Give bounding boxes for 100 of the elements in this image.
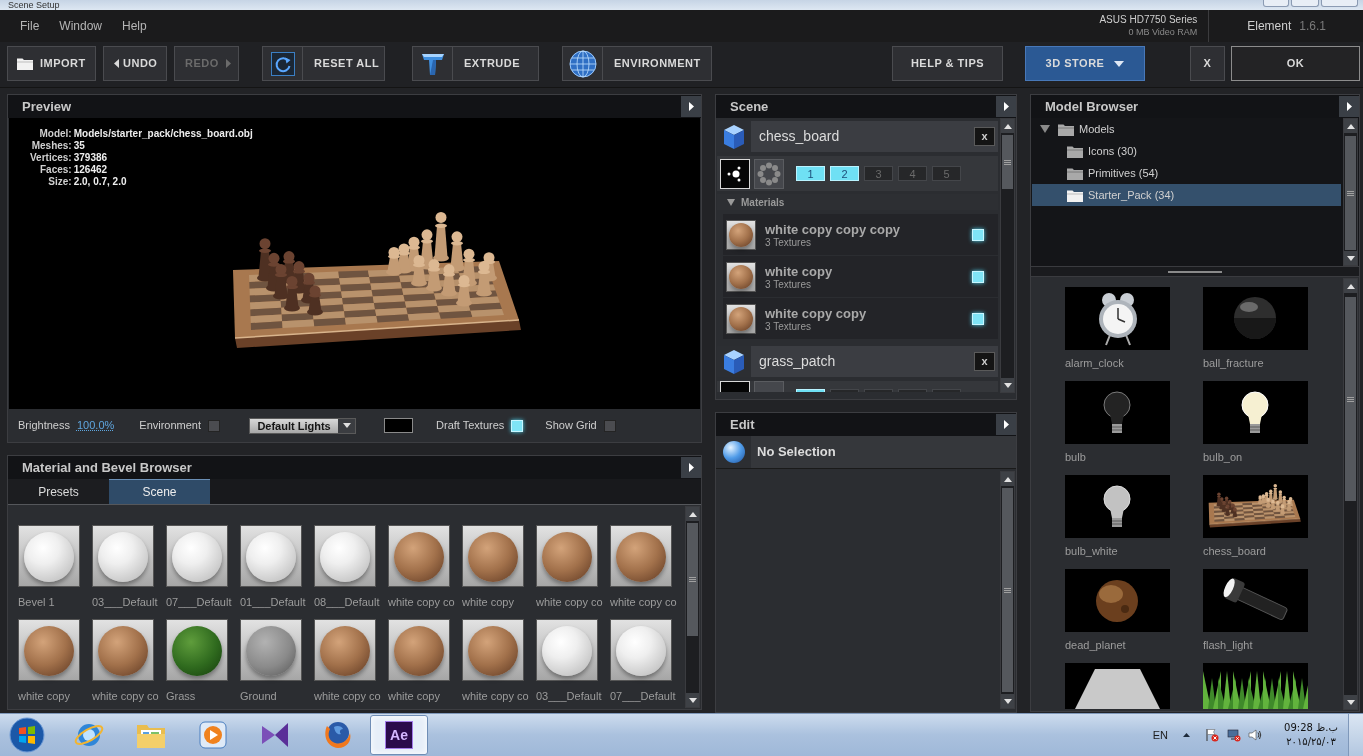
menu-item[interactable]: Help bbox=[122, 17, 147, 35]
color-swatch[interactable] bbox=[384, 418, 414, 433]
sphere-thumbnail[interactable] bbox=[726, 303, 756, 334]
toolbar-button[interactable]: EXTRUDE bbox=[412, 46, 539, 81]
planet-thumbnail[interactable] bbox=[1065, 569, 1170, 632]
menu-item[interactable]: File bbox=[20, 17, 40, 35]
scrollbar-thumb[interactable] bbox=[1345, 297, 1356, 501]
tree-item[interactable]: Models bbox=[1032, 118, 1341, 140]
scroll-down-button[interactable] bbox=[1001, 378, 1014, 392]
sphere-thumbnail[interactable] bbox=[92, 619, 154, 681]
sphere-thumbnail[interactable] bbox=[462, 525, 524, 587]
lights-dropdown[interactable]: Default Lights bbox=[249, 417, 357, 434]
toolbar-button[interactable]: RESET ALL bbox=[262, 46, 385, 81]
checkbox[interactable] bbox=[603, 419, 616, 432]
down-triangle-icon[interactable] bbox=[727, 198, 735, 206]
bulb-thumbnail[interactable] bbox=[1065, 475, 1170, 538]
toolbar-button[interactable]: X bbox=[1190, 46, 1225, 81]
down-triangle-icon[interactable] bbox=[1040, 125, 1050, 133]
tree-item[interactable]: Icons (30) bbox=[1032, 140, 1341, 162]
scroll-up-button[interactable] bbox=[1001, 472, 1014, 486]
remove-button[interactable]: x bbox=[974, 127, 995, 146]
material-row[interactable]: white copy copy 3 Textures bbox=[723, 298, 998, 339]
tree-item[interactable]: Starter_Pack (34) bbox=[1032, 184, 1341, 206]
sphere-thumbnail[interactable] bbox=[240, 525, 302, 587]
sphere-thumbnail[interactable] bbox=[314, 619, 376, 681]
scroll-up-button[interactable] bbox=[686, 507, 699, 521]
splitter[interactable] bbox=[1031, 266, 1359, 277]
scrollbar[interactable] bbox=[1343, 118, 1358, 266]
plane-thumbnail[interactable] bbox=[1065, 663, 1170, 709]
material-row[interactable]: white copy copy copy 3 Textures bbox=[723, 214, 998, 255]
start-button[interactable] bbox=[7, 715, 47, 755]
flashlight-thumbnail[interactable] bbox=[1203, 569, 1308, 632]
scroll-down-button[interactable] bbox=[1001, 694, 1014, 708]
panel-menu-button[interactable] bbox=[996, 96, 1016, 117]
up-caret-icon[interactable] bbox=[1183, 733, 1190, 737]
toolbar-button[interactable]: ENVIRONMENT bbox=[562, 46, 712, 81]
sphere-thumbnail[interactable] bbox=[18, 525, 80, 587]
grass-thumbnail[interactable] bbox=[1203, 663, 1308, 709]
sphere-thumbnail[interactable] bbox=[726, 219, 756, 250]
scroll-up-button[interactable] bbox=[1344, 119, 1357, 133]
toolbar-button[interactable]: UNDO bbox=[103, 46, 167, 81]
tab[interactable]: Scene bbox=[109, 479, 210, 504]
scrollbar-thumb[interactable] bbox=[1002, 135, 1013, 189]
scrollbar[interactable] bbox=[1000, 471, 1015, 709]
scroll-up-button[interactable] bbox=[1344, 279, 1357, 293]
sphere-thumbnail[interactable] bbox=[610, 619, 672, 681]
chessboard-thumbnail[interactable] bbox=[1203, 475, 1308, 538]
sphere-thumbnail[interactable] bbox=[388, 619, 450, 681]
sphere-thumbnail[interactable] bbox=[726, 261, 756, 292]
tab[interactable]: Presets bbox=[8, 479, 109, 504]
toolbar-button[interactable]: HELP & TIPS bbox=[892, 46, 1003, 81]
toolbar-button[interactable]: 3D STORE bbox=[1025, 46, 1145, 81]
material-row[interactable]: white copy 3 Textures bbox=[723, 256, 998, 297]
panel-menu-button[interactable] bbox=[681, 96, 701, 117]
panel-menu-button[interactable] bbox=[996, 414, 1016, 435]
speaker-icon[interactable] bbox=[1248, 728, 1262, 742]
brightness-field[interactable]: 100.0% bbox=[77, 417, 115, 434]
bulb-thumbnail[interactable] bbox=[1065, 381, 1170, 444]
scrollbar-thumb[interactable] bbox=[1345, 136, 1356, 250]
toolbar-button[interactable]: IMPORT bbox=[7, 46, 96, 81]
scrollbar[interactable] bbox=[1000, 118, 1015, 393]
scrollbar-thumb[interactable] bbox=[687, 523, 698, 636]
remove-button[interactable]: x bbox=[974, 352, 995, 371]
sphere-thumbnail[interactable] bbox=[166, 619, 228, 681]
toolbar-button[interactable]: OK bbox=[1231, 46, 1360, 81]
level-button[interactable]: 2 bbox=[830, 166, 859, 181]
scrollbar[interactable] bbox=[1343, 278, 1358, 710]
sphere-thumbnail[interactable] bbox=[1203, 287, 1308, 350]
sphere-thumbnail[interactable] bbox=[92, 525, 154, 587]
language-indicator[interactable]: EN bbox=[1152, 726, 1168, 744]
sphere-thumbnail[interactable] bbox=[610, 525, 672, 587]
sphere-thumbnail[interactable] bbox=[536, 525, 598, 587]
scroll-up-button[interactable] bbox=[1001, 119, 1014, 133]
3d-viewport[interactable]: Model: Models/starter_pack/chess_board.obj Meshes: 35 Vertices: 379386 Faces: 126462 Size: 2.0, 0.7, 2.0 bbox=[9, 118, 700, 409]
sphere-thumbnail[interactable] bbox=[388, 525, 450, 587]
clock-date[interactable]: ۲۰۱۵/۲۵/۰۳ bbox=[1286, 735, 1336, 749]
sphere-thumbnail[interactable] bbox=[536, 619, 598, 681]
clock-time[interactable]: 09:28 ب.ظ bbox=[1284, 721, 1338, 735]
panel-menu-button[interactable] bbox=[1339, 96, 1359, 117]
level-button[interactable]: 1 bbox=[796, 166, 825, 181]
network-icon[interactable] bbox=[1227, 728, 1241, 742]
flag-icon[interactable] bbox=[1205, 728, 1219, 742]
object-row[interactable]: chess_board x bbox=[717, 121, 998, 152]
checkbox[interactable] bbox=[208, 419, 221, 432]
object-row[interactable]: grass_patch x bbox=[717, 346, 998, 377]
scroll-down-button[interactable] bbox=[686, 693, 699, 707]
scrollbar[interactable] bbox=[685, 506, 700, 708]
sphere-thumbnail[interactable] bbox=[314, 525, 376, 587]
sphere-thumbnail[interactable] bbox=[240, 619, 302, 681]
sphere-thumbnail[interactable] bbox=[166, 525, 228, 587]
scroll-down-button[interactable] bbox=[1344, 695, 1357, 709]
sphere-thumbnail[interactable] bbox=[18, 619, 80, 681]
tree-item[interactable]: Primitives (54) bbox=[1032, 162, 1341, 184]
sphere-thumbnail[interactable] bbox=[462, 619, 524, 681]
scroll-down-button[interactable] bbox=[1344, 251, 1357, 265]
taskbar-button[interactable]: Ae bbox=[370, 715, 428, 755]
panel-menu-button[interactable] bbox=[681, 457, 701, 478]
clock-thumbnail[interactable] bbox=[1065, 287, 1170, 350]
scrollbar-thumb[interactable] bbox=[1002, 488, 1013, 692]
menu-item[interactable]: Window bbox=[59, 17, 103, 35]
